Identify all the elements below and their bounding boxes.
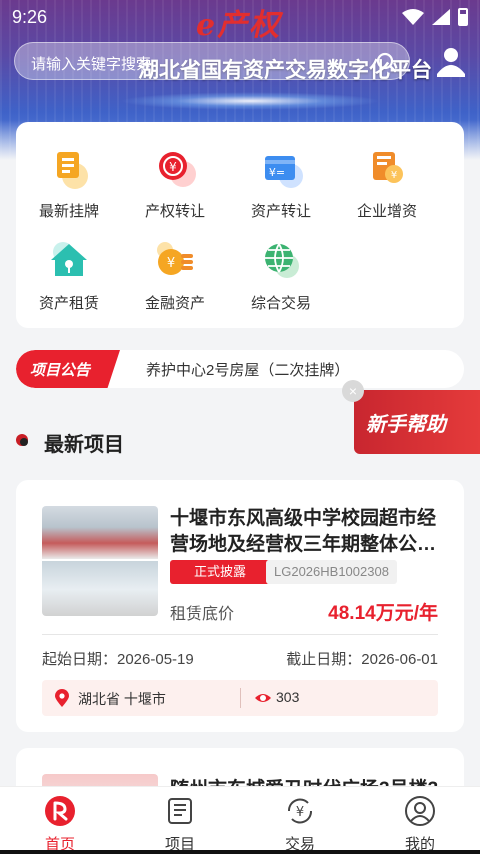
announcement-text[interactable]: 养护中心2号房屋（二次挂牌） <box>146 359 349 380</box>
svg-text:¥=: ¥= <box>269 166 285 179</box>
category-comprehensive-trade[interactable]: 综合交易 <box>228 228 334 320</box>
location-bar: 湖北省 十堰市 303 <box>42 680 438 716</box>
location-text: 湖北省 十堰市 <box>78 691 166 707</box>
wifi-icon <box>402 9 424 25</box>
status-time: 9:26 <box>12 7 48 27</box>
search-placeholder: 请输入关键字搜索 <box>31 56 152 73</box>
yen-document-icon: ¥ <box>373 152 403 183</box>
user-avatar-icon[interactable] <box>434 44 468 78</box>
status-bar: 9:26 <box>0 0 480 34</box>
battery-icon <box>458 8 468 26</box>
help-badge[interactable]: 新手帮助 <box>354 390 480 454</box>
category-financial-assets[interactable]: ¥ 金融资产 <box>122 228 228 320</box>
banner-glow <box>120 92 380 110</box>
announcement-bar[interactable]: 项目公告 养护中心2号房屋（二次挂牌） <box>16 350 464 388</box>
thumbnail-photo <box>42 561 158 616</box>
house-icon <box>51 242 87 276</box>
home-logo-icon <box>45 796 75 826</box>
category-label: 最新挂牌 <box>38 203 99 220</box>
nav-trade[interactable]: ¥ 交易 <box>240 787 360 854</box>
category-capital-increase[interactable]: ¥ 企业增资 <box>334 136 440 228</box>
price-value: 48.14万元/年 <box>328 603 438 624</box>
yen-card-icon: ¥= <box>265 156 303 188</box>
category-label: 资产租赁 <box>38 295 99 312</box>
help-badge-label: 新手帮助 <box>366 414 446 436</box>
yen-exchange-icon: ¥ <box>287 798 313 824</box>
nav-home[interactable]: 首页 <box>0 787 120 854</box>
search-icon[interactable] <box>375 51 397 73</box>
category-equity-transfer[interactable]: ¥ 产权转让 <box>122 136 228 228</box>
category-grid: 最新挂牌 ¥ 产权转让 ¥= 资产转让 ¥ 企业增资 资产租赁 ¥ 金融资产 综… <box>16 136 464 320</box>
project-title: 十堰市东风高级中学校园超市经营场地及经营权三年期整体公… <box>170 508 437 555</box>
announcement-tag-label: 项目公告 <box>30 362 91 379</box>
nav-projects[interactable]: 项目 <box>120 787 240 854</box>
home-indicator <box>0 850 480 854</box>
nav-mine[interactable]: 我的 <box>360 787 480 854</box>
divider <box>240 688 241 708</box>
status-icons <box>402 8 468 26</box>
category-asset-lease[interactable]: 资产租赁 <box>16 228 122 320</box>
end-date: 截止日期：2026-06-01 <box>286 651 438 668</box>
section-title: 最新项目 <box>44 434 124 456</box>
start-date: 起始日期：2026-05-19 <box>42 651 194 668</box>
thumbnail-photo <box>42 506 158 559</box>
svg-text:¥: ¥ <box>167 256 175 271</box>
globe-icon <box>265 243 299 278</box>
project-book-icon <box>168 798 192 824</box>
svg-text:¥: ¥ <box>169 160 177 174</box>
svg-text:¥: ¥ <box>296 805 304 820</box>
location-pin-icon <box>55 689 69 707</box>
category-label: 综合交易 <box>250 295 311 312</box>
category-label: 产权转让 <box>144 203 205 220</box>
project-code: LG2026HB1002308 <box>266 560 397 584</box>
project-card[interactable]: 十堰市东风高级中学校园超市经营场地及经营权三年期整体公… 正式披露 LG2026… <box>16 480 464 732</box>
category-card: 最新挂牌 ¥ 产权转让 ¥= 资产转让 ¥ 企业增资 资产租赁 ¥ 金融资产 综… <box>16 122 464 328</box>
divider <box>42 634 438 635</box>
category-label: 企业增资 <box>356 203 417 220</box>
yen-coin-icon: ¥ <box>159 152 196 187</box>
eye-icon <box>255 694 271 702</box>
category-asset-transfer[interactable]: ¥= 资产转让 <box>228 136 334 228</box>
bottom-nav: 首页 项目 ¥ 交易 我的 <box>0 786 480 854</box>
list-board-icon <box>57 152 88 189</box>
help-close-button[interactable]: × <box>342 380 364 402</box>
signal-icon <box>432 9 450 25</box>
category-latest-listing[interactable]: 最新挂牌 <box>16 136 122 228</box>
project-thumbnail <box>42 506 158 616</box>
category-label: 资产转让 <box>250 203 311 220</box>
category-label: 金融资产 <box>144 295 205 312</box>
price-label: 租赁底价 <box>170 606 235 623</box>
view-count: 303 <box>276 689 300 705</box>
status-badge: 正式披露 <box>170 560 270 584</box>
user-profile-icon <box>405 796 435 826</box>
search-bar[interactable]: 请输入关键字搜索 <box>14 42 410 80</box>
svg-text:¥: ¥ <box>391 170 397 181</box>
yen-coins-stack-icon: ¥ <box>157 242 193 275</box>
section-dot-icon <box>20 438 28 446</box>
